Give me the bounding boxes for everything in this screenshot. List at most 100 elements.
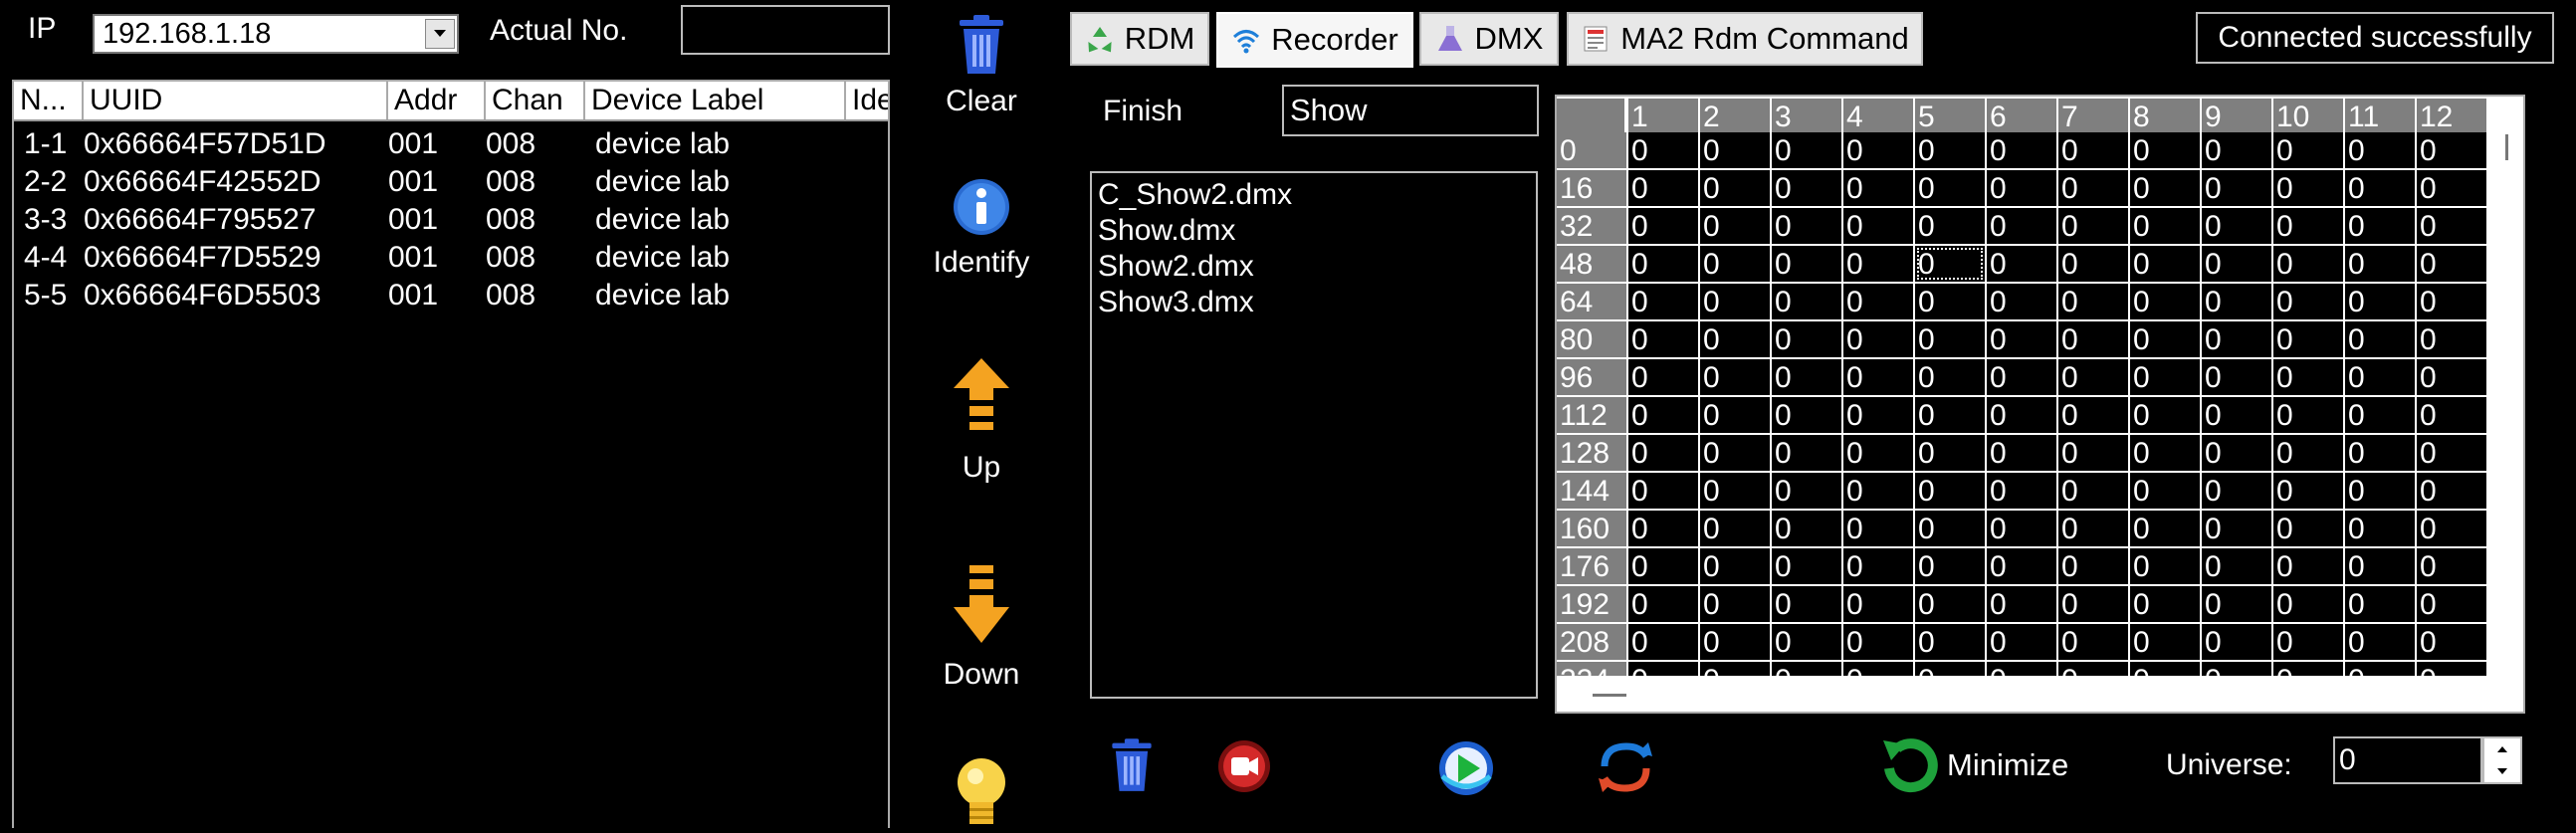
grid-cell[interactable]: 0: [2273, 246, 2343, 282]
grid-cell[interactable]: 0: [1987, 548, 2056, 584]
grid-cell[interactable]: 0: [2345, 435, 2415, 471]
grid-cell[interactable]: 0: [1700, 321, 1770, 357]
grid-cell[interactable]: 0: [1772, 170, 1841, 206]
grid-cell[interactable]: 0: [1772, 132, 1841, 168]
grid-cell[interactable]: 0: [1772, 284, 1841, 319]
grid-cell[interactable]: 0: [2417, 473, 2486, 509]
grid-cell[interactable]: 0: [1843, 284, 1913, 319]
grid-cell[interactable]: 0: [1772, 624, 1841, 660]
col-header-number[interactable]: N...: [14, 82, 84, 119]
grid-cell[interactable]: 0: [2130, 624, 2200, 660]
grid-cell[interactable]: 0: [2058, 132, 2128, 168]
clear-button[interactable]: Clear: [912, 14, 1051, 118]
record-button[interactable]: [1214, 738, 1274, 799]
grid-cell[interactable]: 0: [1915, 208, 1985, 244]
grid-cell[interactable]: 0: [2417, 397, 2486, 433]
table-row[interactable]: 1-1 0x66664F57D51D 001 008 device lab: [14, 125, 888, 163]
vertical-scrollbar[interactable]: [2489, 97, 2523, 712]
file-item[interactable]: Show.dmx: [1098, 213, 1530, 249]
tab-ma2-rdm-command[interactable]: MA2 Rdm Command: [1567, 12, 1923, 66]
grid-cell[interactable]: 0: [2273, 435, 2343, 471]
grid-cell[interactable]: 0: [1628, 624, 1698, 660]
grid-cell[interactable]: 0: [2345, 321, 2415, 357]
grid-cell[interactable]: 0: [2058, 624, 2128, 660]
grid-cell[interactable]: 0: [1700, 397, 1770, 433]
recording-name-input[interactable]: Show: [1282, 85, 1539, 136]
grid-cell[interactable]: 0: [1915, 435, 1985, 471]
grid-cell[interactable]: 0: [1915, 473, 1985, 509]
table-row[interactable]: 4-4 0x66664F7D5529 001 008 device lab: [14, 239, 888, 277]
grid-cell[interactable]: 0: [2417, 359, 2486, 395]
grid-cell[interactable]: 0: [2058, 435, 2128, 471]
grid-cell[interactable]: 0: [2130, 511, 2200, 546]
grid-cell[interactable]: 0: [2058, 359, 2128, 395]
grid-cell[interactable]: 0: [2417, 511, 2486, 546]
grid-cell[interactable]: 0: [2417, 208, 2486, 244]
grid-cell[interactable]: 0: [1628, 473, 1698, 509]
grid-cell[interactable]: 0: [2345, 586, 2415, 622]
grid-cell[interactable]: 0: [2202, 435, 2271, 471]
grid-cell[interactable]: 0: [1915, 397, 1985, 433]
grid-cell[interactable]: 0: [2202, 208, 2271, 244]
grid-cell[interactable]: 0: [2130, 132, 2200, 168]
grid-cell[interactable]: 0: [2058, 284, 2128, 319]
grid-cell[interactable]: 0: [2417, 548, 2486, 584]
col-header-addr[interactable]: Addr: [388, 82, 486, 119]
spin-up-icon[interactable]: [2484, 738, 2520, 760]
grid-cell[interactable]: 0: [1772, 435, 1841, 471]
grid-cell[interactable]: 0: [1628, 321, 1698, 357]
grid-cell[interactable]: 0: [2273, 397, 2343, 433]
grid-cell[interactable]: 0: [2058, 246, 2128, 282]
grid-cell[interactable]: 0: [2130, 359, 2200, 395]
grid-cell[interactable]: 0: [1700, 170, 1770, 206]
grid-cell[interactable]: 0: [1843, 321, 1913, 357]
grid-cell[interactable]: 0: [1987, 170, 2056, 206]
grid-cell[interactable]: 0: [1843, 548, 1913, 584]
grid-cell[interactable]: 0: [1843, 132, 1913, 168]
grid-cell[interactable]: 0: [2130, 548, 2200, 584]
grid-cell[interactable]: 0: [1987, 132, 2056, 168]
grid-cell[interactable]: 0: [1628, 397, 1698, 433]
grid-cell[interactable]: 0: [1628, 548, 1698, 584]
grid-cell[interactable]: 0: [1915, 548, 1985, 584]
grid-cell[interactable]: 0: [1987, 624, 2056, 660]
grid-cell[interactable]: 0: [2202, 473, 2271, 509]
grid-cell[interactable]: 0: [2202, 170, 2271, 206]
grid-cell[interactable]: 0: [1628, 208, 1698, 244]
grid-cell[interactable]: 0: [1843, 586, 1913, 622]
grid-cell[interactable]: 0: [1915, 246, 1985, 282]
grid-cell[interactable]: 0: [2345, 511, 2415, 546]
universe-input[interactable]: 0: [2333, 736, 2482, 784]
grid-cell[interactable]: 0: [2130, 473, 2200, 509]
grid-cell[interactable]: 0: [2417, 435, 2486, 471]
grid-cell[interactable]: 0: [1772, 359, 1841, 395]
grid-cell[interactable]: 0: [2345, 284, 2415, 319]
grid-cell[interactable]: 0: [2058, 473, 2128, 509]
grid-cell[interactable]: 0: [1915, 170, 1985, 206]
grid-cell[interactable]: 0: [2202, 548, 2271, 584]
grid-cell[interactable]: 0: [2417, 284, 2486, 319]
grid-cell[interactable]: 0: [1700, 548, 1770, 584]
grid-cell[interactable]: 0: [2273, 473, 2343, 509]
grid-cell[interactable]: 0: [1700, 473, 1770, 509]
grid-cell[interactable]: 0: [2417, 321, 2486, 357]
grid-cell[interactable]: 0: [2273, 170, 2343, 206]
grid-cell[interactable]: 0: [2417, 246, 2486, 282]
recording-file-list[interactable]: C_Show2.dmx Show.dmx Show2.dmx Show3.dmx: [1090, 171, 1538, 699]
grid-cell[interactable]: 0: [1700, 208, 1770, 244]
grid-cell[interactable]: 0: [2202, 284, 2271, 319]
grid-cell[interactable]: 0: [1843, 624, 1913, 660]
grid-cell[interactable]: 0: [1987, 321, 2056, 357]
chevron-down-icon[interactable]: [425, 19, 455, 49]
grid-cell[interactable]: 0: [2130, 586, 2200, 622]
file-item[interactable]: Show2.dmx: [1098, 249, 1530, 285]
grid-cell[interactable]: 0: [2273, 511, 2343, 546]
spin-down-icon[interactable]: [2484, 760, 2520, 782]
grid-cell[interactable]: 0: [2130, 284, 2200, 319]
grid-cell[interactable]: 0: [2058, 548, 2128, 584]
actual-no-input[interactable]: [681, 5, 890, 55]
grid-cell[interactable]: 0: [2417, 170, 2486, 206]
col-header-uuid[interactable]: UUID: [84, 82, 388, 119]
grid-cell[interactable]: 0: [2130, 170, 2200, 206]
grid-cell[interactable]: 0: [2273, 208, 2343, 244]
